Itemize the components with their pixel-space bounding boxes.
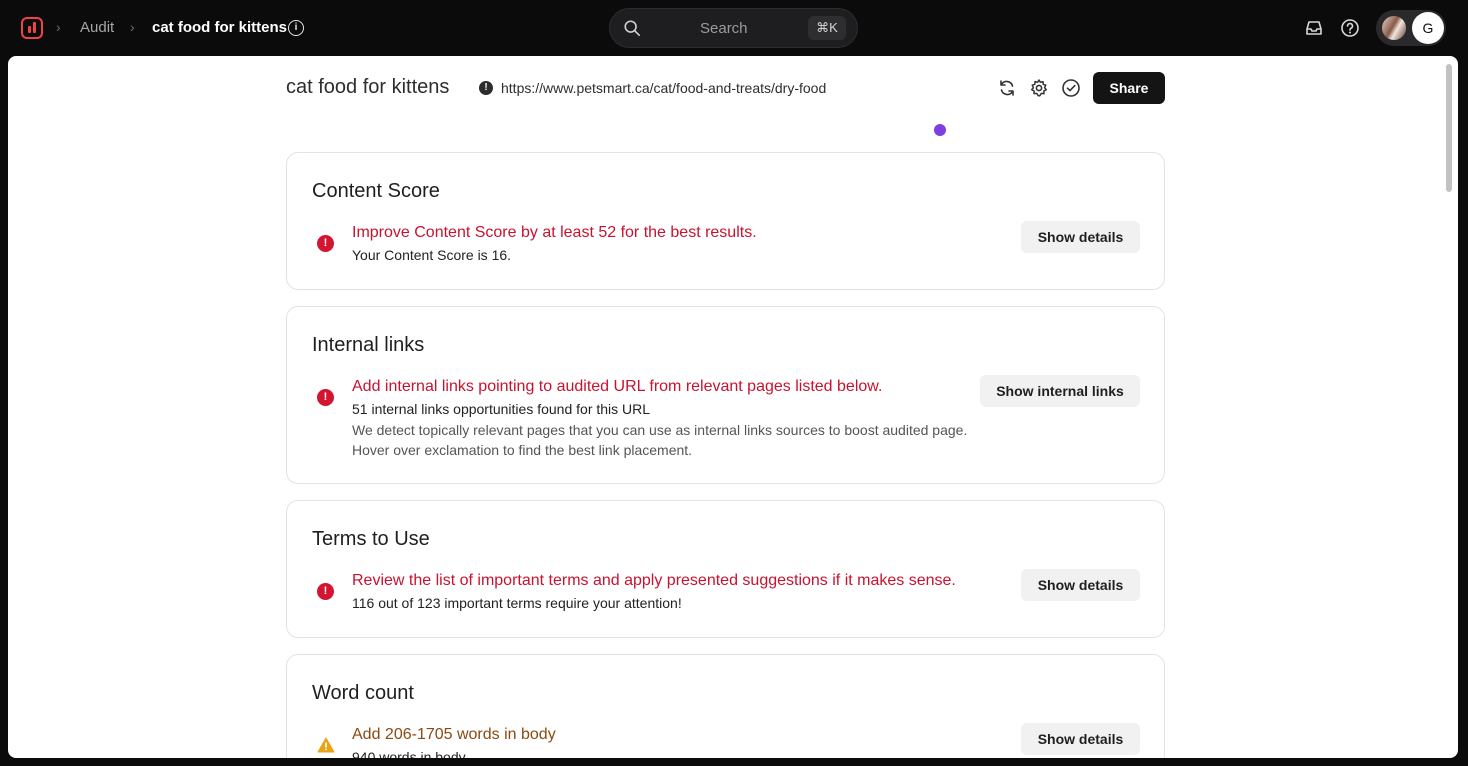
user-avatar-initial: G [1412, 12, 1444, 44]
warning-icon [317, 737, 335, 753]
word-count-value: 940 words in body [352, 749, 466, 758]
shortcut-badge: ⌘K [808, 16, 846, 40]
alert-message: Add internal links pointing to audited U… [352, 378, 883, 395]
top-bar: › Audit › cat food for kittens i Search … [0, 0, 1468, 56]
content-score-value: Your Content Score is 16. [352, 247, 512, 263]
internal-links-card: Internal links ! Add internal links poin… [286, 306, 1165, 484]
content-score-card: Content Score ! Improve Content Score by… [286, 152, 1165, 290]
card-title: Terms to Use [312, 528, 430, 550]
page-title: cat food for kittens [286, 76, 450, 98]
alert-message: Review the list of important terms and a… [352, 572, 956, 589]
show-details-button[interactable]: Show details [1021, 221, 1140, 253]
scrollbar[interactable] [1446, 64, 1452, 192]
card-title: Word count [312, 682, 414, 704]
show-internal-links-button[interactable]: Show internal links [980, 375, 1140, 407]
chevron-right-icon: › [130, 19, 135, 35]
inbox-icon[interactable] [1304, 18, 1324, 38]
check-circle-icon[interactable] [1061, 78, 1081, 98]
show-details-button[interactable]: Show details [1021, 723, 1140, 755]
app-logo-icon[interactable] [21, 17, 43, 39]
error-icon: ! [317, 235, 334, 252]
gear-icon[interactable] [1029, 78, 1049, 98]
alert-message: Improve Content Score by at least 52 for… [352, 224, 757, 241]
breadcrumb-current: cat food for kittens [152, 19, 288, 36]
error-icon: ! [317, 583, 334, 600]
share-button[interactable]: Share [1093, 72, 1165, 104]
search-label: Search [700, 20, 748, 37]
search-bar[interactable]: Search ⌘K [609, 8, 858, 48]
info-icon[interactable]: i [288, 20, 304, 36]
error-icon: ! [317, 389, 334, 406]
status-dot [934, 124, 946, 136]
terms-to-use-card: Terms to Use ! Review the list of import… [286, 500, 1165, 638]
internal-links-description: We detect topically relevant pages that … [352, 422, 968, 458]
word-count-card: Word count Add 206-1705 words in body 94… [286, 654, 1165, 758]
chevron-right-icon: › [56, 19, 61, 35]
card-title: Internal links [312, 334, 425, 356]
audited-url[interactable]: https://www.petsmart.ca/cat/food-and-tre… [501, 80, 826, 96]
account-menu[interactable]: G [1376, 10, 1446, 46]
main-panel: cat food for kittens ! https://www.petsm… [8, 56, 1458, 758]
refresh-icon[interactable] [997, 78, 1017, 98]
show-details-button[interactable]: Show details [1021, 569, 1140, 601]
card-title: Content Score [312, 180, 440, 202]
breadcrumb-audit[interactable]: Audit [80, 19, 114, 36]
help-icon[interactable] [1340, 18, 1360, 38]
search-icon [624, 20, 641, 37]
info-icon[interactable]: ! [479, 81, 493, 95]
internal-links-count: 51 internal links opportunities found fo… [352, 401, 651, 417]
terms-count: 116 out of 123 important terms require y… [352, 595, 682, 611]
avatar [1382, 16, 1406, 40]
warning-message: Add 206-1705 words in body [352, 726, 556, 743]
